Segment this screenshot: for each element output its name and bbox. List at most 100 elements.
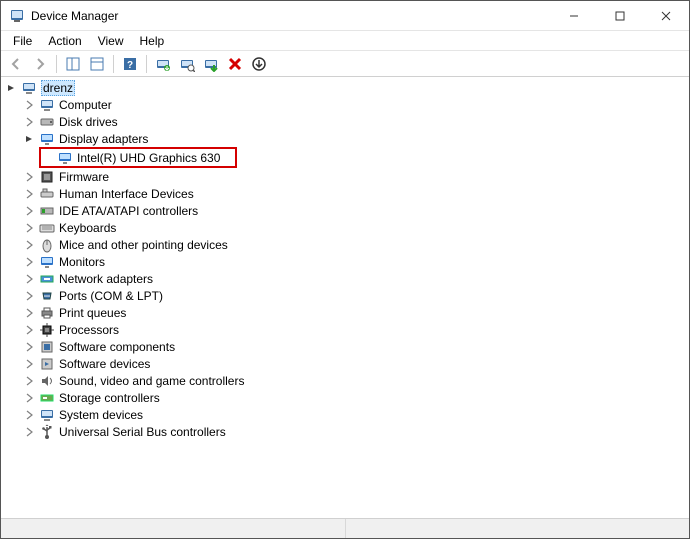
tree-item-system[interactable]: System devices bbox=[23, 406, 689, 423]
app-icon bbox=[9, 8, 25, 24]
collapse-icon[interactable] bbox=[5, 82, 17, 94]
update-driver-button[interactable] bbox=[152, 53, 174, 75]
expand-icon[interactable] bbox=[23, 341, 35, 353]
tree-item-label: Universal Serial Bus controllers bbox=[59, 425, 226, 439]
tree-item-label: Ports (COM & LPT) bbox=[59, 289, 163, 303]
show-hide-tree-button[interactable] bbox=[62, 53, 84, 75]
tree-item-label: Processors bbox=[59, 323, 119, 337]
expand-icon[interactable] bbox=[23, 99, 35, 111]
expand-icon[interactable] bbox=[23, 375, 35, 387]
tree-item-sound[interactable]: Sound, video and game controllers bbox=[23, 372, 689, 389]
minimize-button[interactable] bbox=[551, 1, 597, 31]
maximize-button[interactable] bbox=[597, 1, 643, 31]
tree-item-network[interactable]: Network adapters bbox=[23, 270, 689, 287]
tree-item-usb[interactable]: Universal Serial Bus controllers bbox=[23, 423, 689, 440]
expand-icon[interactable] bbox=[23, 358, 35, 370]
tree-item-label: Computer bbox=[59, 98, 112, 112]
expand-icon[interactable] bbox=[23, 205, 35, 217]
expand-icon[interactable] bbox=[23, 239, 35, 251]
expand-icon[interactable] bbox=[23, 290, 35, 302]
tree-item-computer[interactable]: Computer bbox=[23, 96, 689, 113]
expand-icon[interactable] bbox=[23, 188, 35, 200]
expand-icon[interactable] bbox=[23, 392, 35, 404]
expand-icon[interactable] bbox=[23, 409, 35, 421]
tree-view[interactable]: drenz Computer Disk drives bbox=[1, 77, 689, 518]
tree-item-ports[interactable]: Ports (COM & LPT) bbox=[23, 287, 689, 304]
keyboard-icon bbox=[39, 220, 55, 236]
tree-item-label: Firmware bbox=[59, 170, 109, 184]
tree-item-label: Software components bbox=[59, 340, 175, 354]
statusbar-pane bbox=[346, 519, 690, 538]
tree-item-intel-gpu[interactable]: Intel(R) UHD Graphics 630 bbox=[41, 149, 235, 166]
tree-item-hid[interactable]: Human Interface Devices bbox=[23, 185, 689, 202]
tree-item-disk-drives[interactable]: Disk drives bbox=[23, 113, 689, 130]
expand-icon[interactable] bbox=[23, 273, 35, 285]
disk-icon bbox=[39, 114, 55, 130]
tree-item-label: System devices bbox=[59, 408, 143, 422]
tree-item-label: Intel(R) UHD Graphics 630 bbox=[77, 151, 220, 165]
toolbar: ? bbox=[1, 51, 689, 77]
enable-device-button[interactable] bbox=[200, 53, 222, 75]
expand-icon[interactable] bbox=[23, 256, 35, 268]
sound-icon bbox=[39, 373, 55, 389]
tree-item-display-adapters[interactable]: Display adapters bbox=[23, 130, 689, 147]
tree-item-ide[interactable]: IDE ATA/ATAPI controllers bbox=[23, 202, 689, 219]
expand-icon[interactable] bbox=[23, 307, 35, 319]
close-button[interactable] bbox=[643, 1, 689, 31]
tree-item-processors[interactable]: Processors bbox=[23, 321, 689, 338]
expand-icon[interactable] bbox=[23, 116, 35, 128]
printer-icon bbox=[39, 305, 55, 321]
tree-item-print-queues[interactable]: Print queues bbox=[23, 304, 689, 321]
menu-file[interactable]: File bbox=[5, 32, 40, 50]
monitor-icon bbox=[39, 254, 55, 270]
system-icon bbox=[39, 407, 55, 423]
ide-icon bbox=[39, 203, 55, 219]
expand-icon[interactable] bbox=[23, 171, 35, 183]
tree-item-mice[interactable]: Mice and other pointing devices bbox=[23, 236, 689, 253]
software-device-icon bbox=[39, 356, 55, 372]
tree-item-storage[interactable]: Storage controllers bbox=[23, 389, 689, 406]
tree-item-label: Sound, video and game controllers bbox=[59, 374, 244, 388]
disable-device-button[interactable] bbox=[248, 53, 270, 75]
processor-icon bbox=[39, 322, 55, 338]
expand-icon[interactable] bbox=[23, 426, 35, 438]
properties-button[interactable] bbox=[86, 53, 108, 75]
toolbar-separator bbox=[113, 55, 114, 73]
network-icon bbox=[39, 271, 55, 287]
expand-icon[interactable] bbox=[23, 222, 35, 234]
collapse-icon[interactable] bbox=[23, 133, 35, 145]
expand-icon[interactable] bbox=[23, 324, 35, 336]
tree-item-monitors[interactable]: Monitors bbox=[23, 253, 689, 270]
menu-view[interactable]: View bbox=[90, 32, 132, 50]
tree-item-label: Storage controllers bbox=[59, 391, 160, 405]
svg-text:?: ? bbox=[127, 60, 133, 71]
tree-item-label: Print queues bbox=[59, 306, 126, 320]
uninstall-device-button[interactable] bbox=[224, 53, 246, 75]
menu-help[interactable]: Help bbox=[132, 32, 173, 50]
back-button[interactable] bbox=[5, 53, 27, 75]
tree-item-label: IDE ATA/ATAPI controllers bbox=[59, 204, 198, 218]
tree-item-software-devices[interactable]: Software devices bbox=[23, 355, 689, 372]
software-icon bbox=[39, 339, 55, 355]
tree-item-keyboards[interactable]: Keyboards bbox=[23, 219, 689, 236]
menu-action[interactable]: Action bbox=[40, 32, 89, 50]
tree-item-label: Mice and other pointing devices bbox=[59, 238, 228, 252]
mouse-icon bbox=[39, 237, 55, 253]
display-adapter-icon bbox=[39, 131, 55, 147]
tree-item-label: Display adapters bbox=[59, 132, 148, 146]
toolbar-separator bbox=[56, 55, 57, 73]
scan-hardware-button[interactable] bbox=[176, 53, 198, 75]
titlebar: Device Manager bbox=[1, 1, 689, 31]
computer-icon bbox=[39, 97, 55, 113]
tree-item-label: Human Interface Devices bbox=[59, 187, 194, 201]
help-button[interactable]: ? bbox=[119, 53, 141, 75]
tree-item-label: Monitors bbox=[59, 255, 105, 269]
tree-item-software-components[interactable]: Software components bbox=[23, 338, 689, 355]
tree-root[interactable]: drenz bbox=[5, 79, 689, 96]
port-icon bbox=[39, 288, 55, 304]
tree-root-label: drenz bbox=[41, 80, 75, 96]
storage-icon bbox=[39, 390, 55, 406]
toolbar-separator bbox=[146, 55, 147, 73]
forward-button[interactable] bbox=[29, 53, 51, 75]
tree-item-firmware[interactable]: Firmware bbox=[23, 168, 689, 185]
